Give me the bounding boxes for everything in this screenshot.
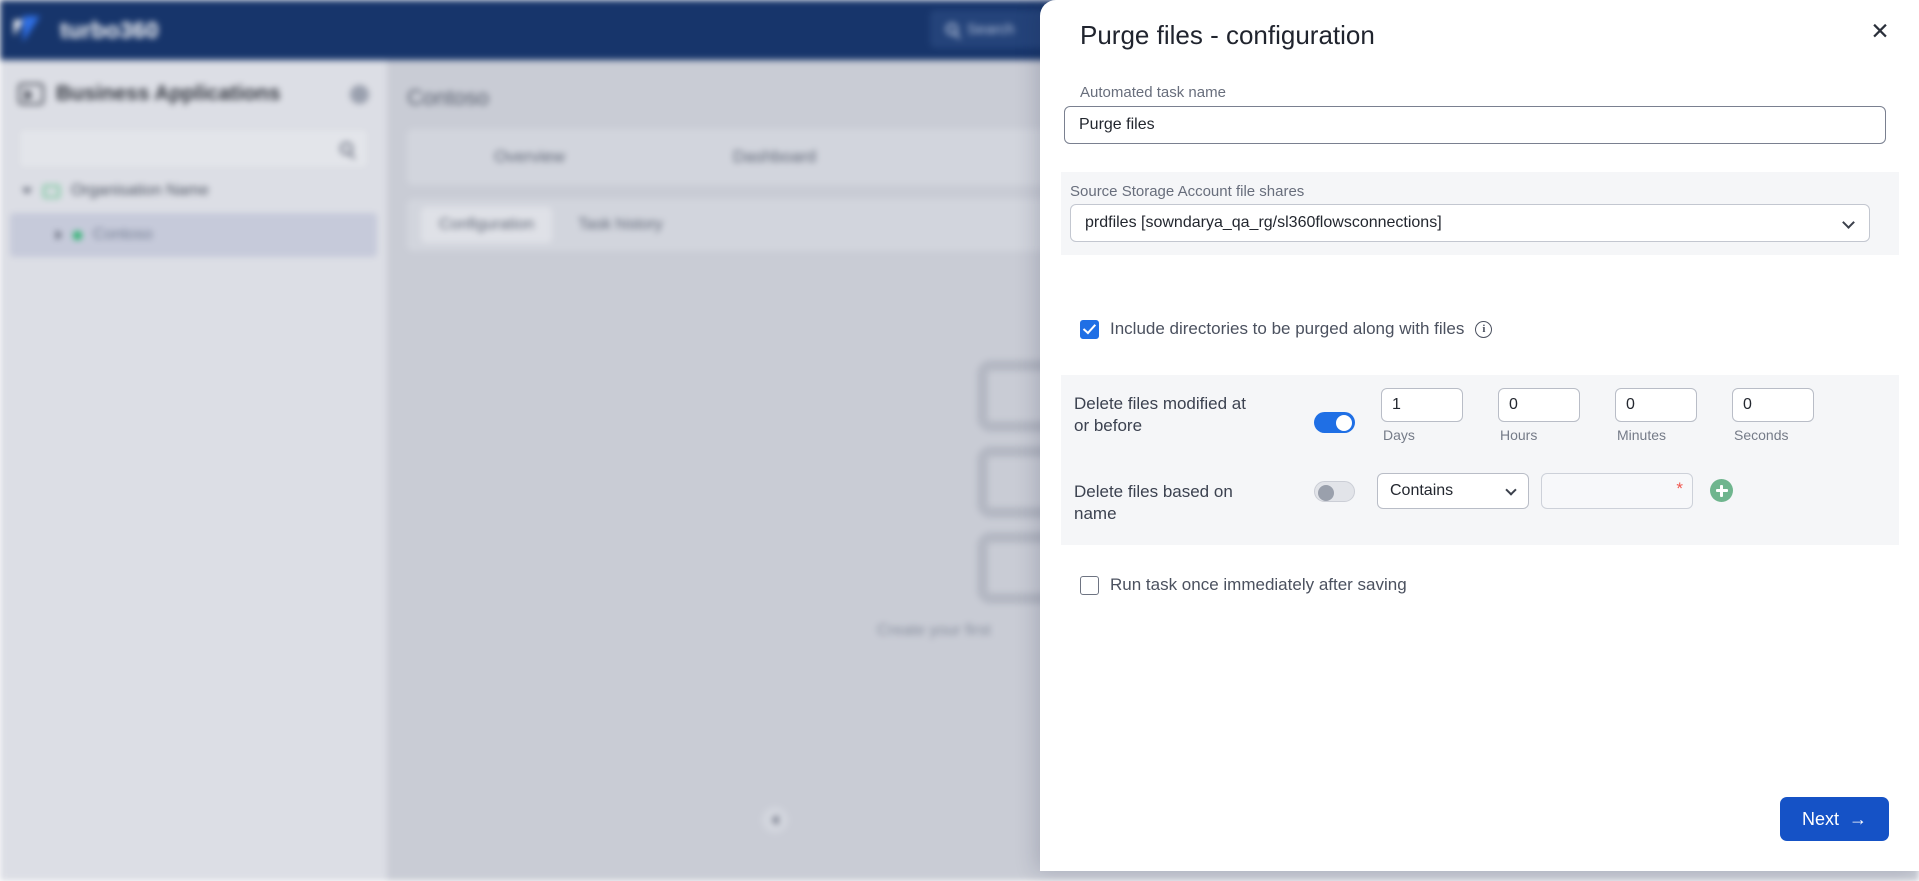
delete-by-name-row: Delete files based on name Contains *: [1074, 469, 1886, 523]
tab-task-history[interactable]: Task history: [560, 207, 680, 243]
tree-item-label: Organisation Name: [71, 182, 209, 199]
name-value-wrapper: *: [1541, 473, 1693, 509]
chevron-left-icon: [772, 815, 778, 825]
task-name-input[interactable]: [1064, 106, 1886, 144]
run-once-checkbox[interactable]: [1080, 575, 1099, 595]
minutes-caption: Minutes: [1617, 427, 1667, 443]
tree-item-organisation[interactable]: Organisation Name: [0, 169, 387, 213]
panel-title: Purge files - configuration: [1080, 20, 1375, 50]
source-storage-select[interactable]: prdfiles [sowndarya_qa_rg/sl360flowsconn…: [1070, 204, 1870, 242]
folder-icon: [43, 184, 60, 198]
sidebar-search-input[interactable]: [18, 128, 369, 169]
info-icon[interactable]: i: [1475, 320, 1493, 338]
source-storage-label: Source Storage Account file shares: [1070, 183, 1305, 200]
sidebar-header: Business Applications: [0, 60, 387, 106]
tab-overview[interactable]: Overview: [407, 147, 652, 167]
hours-input[interactable]: [1498, 388, 1580, 422]
seconds-caption: Seconds: [1734, 427, 1789, 443]
name-operator-select[interactable]: Contains: [1377, 473, 1529, 509]
chevron-right-icon: [56, 230, 62, 240]
delete-modified-label: Delete files modified at or before: [1074, 394, 1246, 436]
close-icon[interactable]: ✕: [1863, 14, 1897, 48]
days-caption: Days: [1383, 427, 1415, 443]
delete-modified-row: Delete files modified at or before Days …: [1074, 388, 1886, 458]
seconds-group: Seconds: [1732, 388, 1814, 443]
tree-item-label: Contoso: [93, 226, 153, 243]
collapse-sidebar-button[interactable]: [762, 807, 788, 833]
tab-configuration[interactable]: Configuration: [421, 207, 553, 243]
sidebar: Business Applications Organisation Name …: [0, 60, 387, 881]
source-storage-section: Source Storage Account file shares prdfi…: [1061, 172, 1899, 255]
search-icon: [946, 23, 958, 35]
next-button[interactable]: Next →: [1779, 797, 1889, 841]
include-directories-checkbox[interactable]: [1080, 319, 1099, 339]
sidebar-title: Business Applications: [56, 82, 281, 105]
global-search-placeholder: Search: [967, 20, 1015, 38]
task-name-label: Automated task name: [1080, 84, 1226, 101]
purge-files-configuration-panel: Purge files - configuration ✕ Automated …: [1040, 0, 1919, 871]
chevron-down-icon: [22, 188, 32, 194]
next-button-label: Next: [1801, 808, 1839, 829]
include-directories-label: Include directories to be purged along w…: [1110, 319, 1465, 338]
arrow-right-icon: →: [1849, 808, 1867, 829]
seconds-input[interactable]: [1732, 388, 1814, 422]
delete-by-name-toggle[interactable]: [1314, 481, 1355, 502]
minutes-input[interactable]: [1615, 388, 1697, 422]
name-operator-wrapper: Contains: [1377, 473, 1529, 509]
name-value-input[interactable]: [1541, 473, 1693, 509]
source-storage-select-wrapper: prdfiles [sowndarya_qa_rg/sl360flowsconn…: [1070, 204, 1870, 242]
tree-item-contoso[interactable]: Contoso: [10, 213, 377, 257]
days-group: Days: [1381, 388, 1463, 443]
hours-group: Hours: [1498, 388, 1580, 443]
turbo360-logo-icon: [14, 16, 48, 44]
delete-options-block: Delete files modified at or before Days …: [1061, 375, 1899, 545]
brand-name: turbo360: [60, 16, 159, 43]
include-directories-row: Include directories to be purged along w…: [1080, 319, 1493, 339]
days-input[interactable]: [1381, 388, 1463, 422]
delete-modified-toggle[interactable]: [1314, 412, 1355, 433]
minutes-group: Minutes: [1615, 388, 1697, 443]
run-once-label: Run task once immediately after saving: [1110, 575, 1407, 594]
status-dot-icon: [73, 230, 82, 240]
business-applications-icon: [18, 83, 44, 105]
gear-icon[interactable]: [350, 84, 369, 104]
tab-dashboard[interactable]: Dashboard: [652, 147, 897, 167]
hours-caption: Hours: [1500, 427, 1538, 443]
delete-by-name-label: Delete files based on name: [1074, 482, 1233, 524]
run-once-row: Run task once immediately after saving: [1080, 575, 1407, 595]
search-icon: [340, 142, 353, 155]
add-filter-plus-icon[interactable]: [1710, 479, 1733, 502]
